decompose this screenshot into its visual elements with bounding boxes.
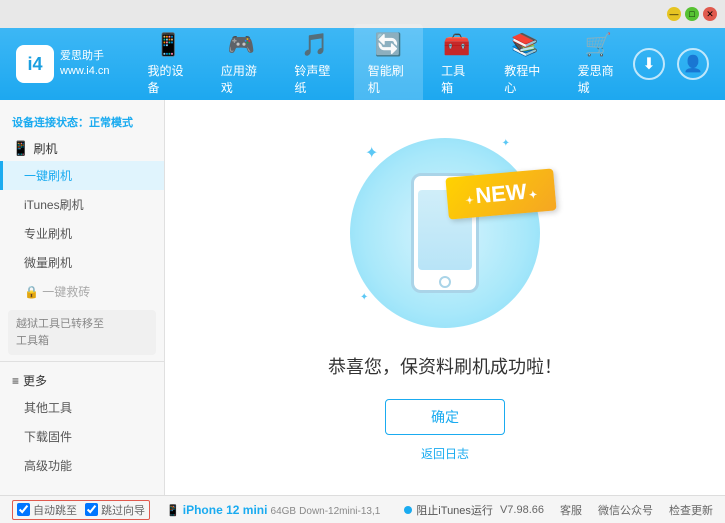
check-update-link[interactable]: 检查更新 xyxy=(669,502,713,518)
logo-text: 爱思助手 www.i4.cn xyxy=(60,49,110,80)
device-storage: 64GB xyxy=(271,506,297,517)
phone-illustration: ✦ ✦ ✦ NEW xyxy=(345,133,545,333)
header-right: ⬇ 👤 xyxy=(633,48,709,80)
new-badge: NEW xyxy=(445,168,556,219)
nav-item-tools[interactable]: 🧰 工具箱 xyxy=(427,24,486,104)
user-button[interactable]: 👤 xyxy=(677,48,709,80)
version-label: V7.98.66 xyxy=(500,504,544,516)
auto-jump-input[interactable] xyxy=(17,503,30,516)
success-message: 恭喜您，保资料刷机成功啦！ xyxy=(328,353,562,379)
nav-bar: 📱 我的设备 🎮 应用游戏 🎵 铃声壁纸 🔄 智能刷机 🧰 工具箱 📚 教程中心… xyxy=(134,24,633,104)
device-name: iPhone 12 mini xyxy=(183,503,268,517)
itunes-dot-icon xyxy=(404,506,412,514)
nav-item-tutorial[interactable]: 📚 教程中心 xyxy=(490,24,559,104)
minimize-button[interactable]: — xyxy=(667,7,681,21)
apps-nav-icon: 🎮 xyxy=(228,32,255,58)
download-button[interactable]: ⬇ xyxy=(633,48,665,80)
nav-item-device[interactable]: 📱 我的设备 xyxy=(134,24,203,104)
return-log-link[interactable]: 返回日志 xyxy=(421,445,469,462)
device-info: 📱 iPhone 12 mini 64GB Down-12mini-13,1 xyxy=(166,503,380,517)
service-link[interactable]: 客服 xyxy=(560,502,582,518)
skip-wizard-input[interactable] xyxy=(85,503,98,516)
checkbox-group: 自动跳至 跳过向导 xyxy=(12,500,150,520)
sparkle-icon-3: ✦ xyxy=(360,292,368,303)
nav-item-wallpaper[interactable]: 🎵 铃声壁纸 xyxy=(280,24,349,104)
auto-jump-checkbox[interactable]: 自动跳至 xyxy=(17,502,77,518)
sidebar: 设备连接状态：正常模式 📱 刷机 一键刷机 iTunes刷机 专业刷机 微量刷机… xyxy=(0,100,165,495)
bottom-right: V7.98.66 客服 微信公众号 检查更新 xyxy=(500,502,713,518)
close-button[interactable]: ✕ xyxy=(703,7,717,21)
tutorial-nav-icon: 📚 xyxy=(511,32,538,58)
maximize-button[interactable]: □ xyxy=(685,7,699,21)
device-icon: 📱 xyxy=(166,505,180,517)
more-section-title: ≡ 更多 xyxy=(0,368,164,393)
nav-item-apps[interactable]: 🎮 应用游戏 xyxy=(207,24,276,104)
logo-icon: i4 xyxy=(16,45,54,83)
itunes-status: 阻止iTunes运行 xyxy=(404,502,493,518)
sidebar-item-pro[interactable]: 专业刷机 xyxy=(0,219,164,248)
status-bar: 设备连接状态：正常模式 xyxy=(0,108,164,136)
device-nav-icon: 📱 xyxy=(155,32,182,58)
wechat-link[interactable]: 微信公众号 xyxy=(598,502,653,518)
wallpaper-nav-icon: 🎵 xyxy=(301,32,328,58)
main-container: 设备连接状态：正常模式 📱 刷机 一键刷机 iTunes刷机 专业刷机 微量刷机… xyxy=(0,100,725,495)
sidebar-item-rescue-disabled: 🔒 一键救砖 xyxy=(0,277,164,306)
logo-area: i4 爱思助手 www.i4.cn xyxy=(16,45,110,83)
confirm-button[interactable]: 确定 xyxy=(385,399,505,435)
more-section-icon: ≡ xyxy=(12,374,19,388)
flash-section-icon: 📱 xyxy=(12,140,29,157)
header: i4 爱思助手 www.i4.cn 📱 我的设备 🎮 应用游戏 🎵 铃声壁纸 🔄… xyxy=(0,28,725,100)
store-nav-icon: 🛒 xyxy=(585,32,612,58)
sidebar-item-download-fw[interactable]: 下载固件 xyxy=(0,422,164,451)
bottom-bar: 自动跳至 跳过向导 📱 iPhone 12 mini 64GB Down-12m… xyxy=(0,495,725,523)
sparkle-icon-1: ✦ xyxy=(365,143,378,163)
flash-section-title: 📱 刷机 xyxy=(0,136,164,161)
sidebar-item-recover[interactable]: 微量刷机 xyxy=(0,248,164,277)
circle-background xyxy=(350,138,540,328)
skip-wizard-checkbox[interactable]: 跳过向导 xyxy=(85,502,145,518)
sparkle-icon-2: ✦ xyxy=(502,138,510,149)
sidebar-divider xyxy=(0,361,164,362)
device-version: Down-12mini-13,1 xyxy=(299,506,380,517)
smart-nav-icon: 🔄 xyxy=(375,32,402,58)
phone-home-button xyxy=(439,276,451,288)
nav-item-store[interactable]: 🛒 爱思商城 xyxy=(564,24,633,104)
sidebar-item-one-click[interactable]: 一键刷机 xyxy=(0,161,164,190)
bottom-left: 自动跳至 跳过向导 📱 iPhone 12 mini 64GB Down-12m… xyxy=(12,500,500,520)
sidebar-item-advanced[interactable]: 高级功能 xyxy=(0,451,164,480)
sidebar-item-itunes[interactable]: iTunes刷机 xyxy=(0,190,164,219)
nav-item-smart[interactable]: 🔄 智能刷机 xyxy=(354,24,423,104)
itunes-label: 阻止iTunes运行 xyxy=(416,502,493,518)
tools-nav-icon: 🧰 xyxy=(443,32,470,58)
sidebar-note: 越狱工具已转移至工具箱 xyxy=(8,310,156,355)
sidebar-item-other-tools[interactable]: 其他工具 xyxy=(0,393,164,422)
content-area: ✦ ✦ ✦ NEW 恭喜您，保资料刷机成功啦！ 确定 返回日志 xyxy=(165,100,725,495)
